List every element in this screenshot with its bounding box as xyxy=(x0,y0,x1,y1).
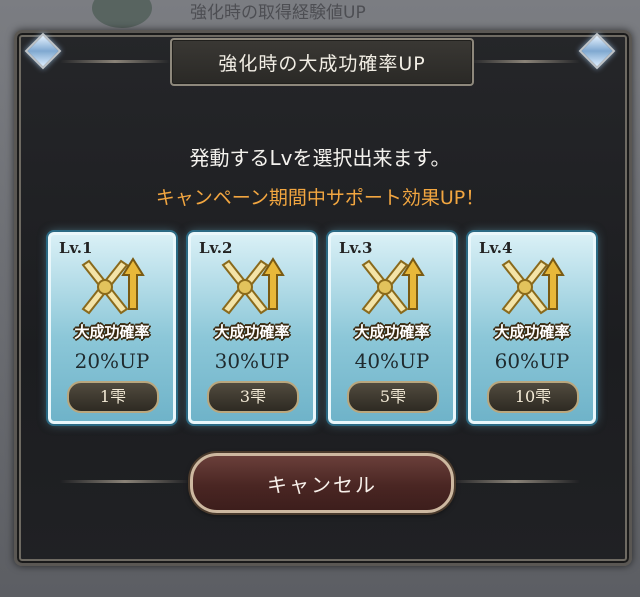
frame-flourish-top xyxy=(60,60,170,63)
frame-flourish-bottom xyxy=(60,480,190,483)
success-rate-label: 大成功確率 xyxy=(74,323,150,341)
level-card-4[interactable]: Lv.4 大成功確率 60%UP 10雫 xyxy=(468,232,596,424)
cost-badge: 1雫 xyxy=(67,381,159,413)
frame-flourish-top xyxy=(470,60,580,63)
bonus-value: 40%UP xyxy=(354,349,430,373)
campaign-note: キャンペーン期間中サポート効果UP！ xyxy=(155,187,485,209)
success-rate-label: 大成功確率 xyxy=(214,323,290,341)
cancel-button[interactable]: キャンセル xyxy=(190,453,454,513)
cost-badge: 3雫 xyxy=(207,381,299,413)
bonus-value: 20%UP xyxy=(74,349,150,373)
bonus-value: 60%UP xyxy=(494,349,570,373)
bonus-value: 30%UP xyxy=(214,349,290,373)
cost-badge: 5雫 xyxy=(347,381,439,413)
level-card-3[interactable]: Lv.3 大成功確率 40%UP 5雫 xyxy=(328,232,456,424)
crossed-swords-up-icon xyxy=(501,257,565,315)
crossed-swords-up-icon xyxy=(221,257,285,315)
level-card-2[interactable]: Lv.2 大成功確率 30%UP 3雫 xyxy=(188,232,316,424)
crossed-swords-up-icon xyxy=(81,257,145,315)
background-skill-label-1: 強化時の取得経験値UP xyxy=(190,3,366,23)
success-rate-label: 大成功確率 xyxy=(354,323,430,341)
crossed-swords-up-icon xyxy=(361,257,425,315)
dialog-description: 発動するLvを選択出来ます。 xyxy=(189,146,451,170)
cancel-button-label: キャンセル xyxy=(267,472,377,497)
success-rate-label: 大成功確率 xyxy=(494,323,570,341)
dialog-title-bar: 強化時の大成功確率UP xyxy=(170,38,474,86)
cost-badge: 10雫 xyxy=(487,381,579,413)
dialog-title: 強化時の大成功確率UP xyxy=(218,52,426,75)
level-card-1[interactable]: Lv.1 大成功確率 20%UP 1雫 xyxy=(48,232,176,424)
frame-flourish-bottom xyxy=(450,480,580,483)
background-item-icon xyxy=(92,0,152,28)
